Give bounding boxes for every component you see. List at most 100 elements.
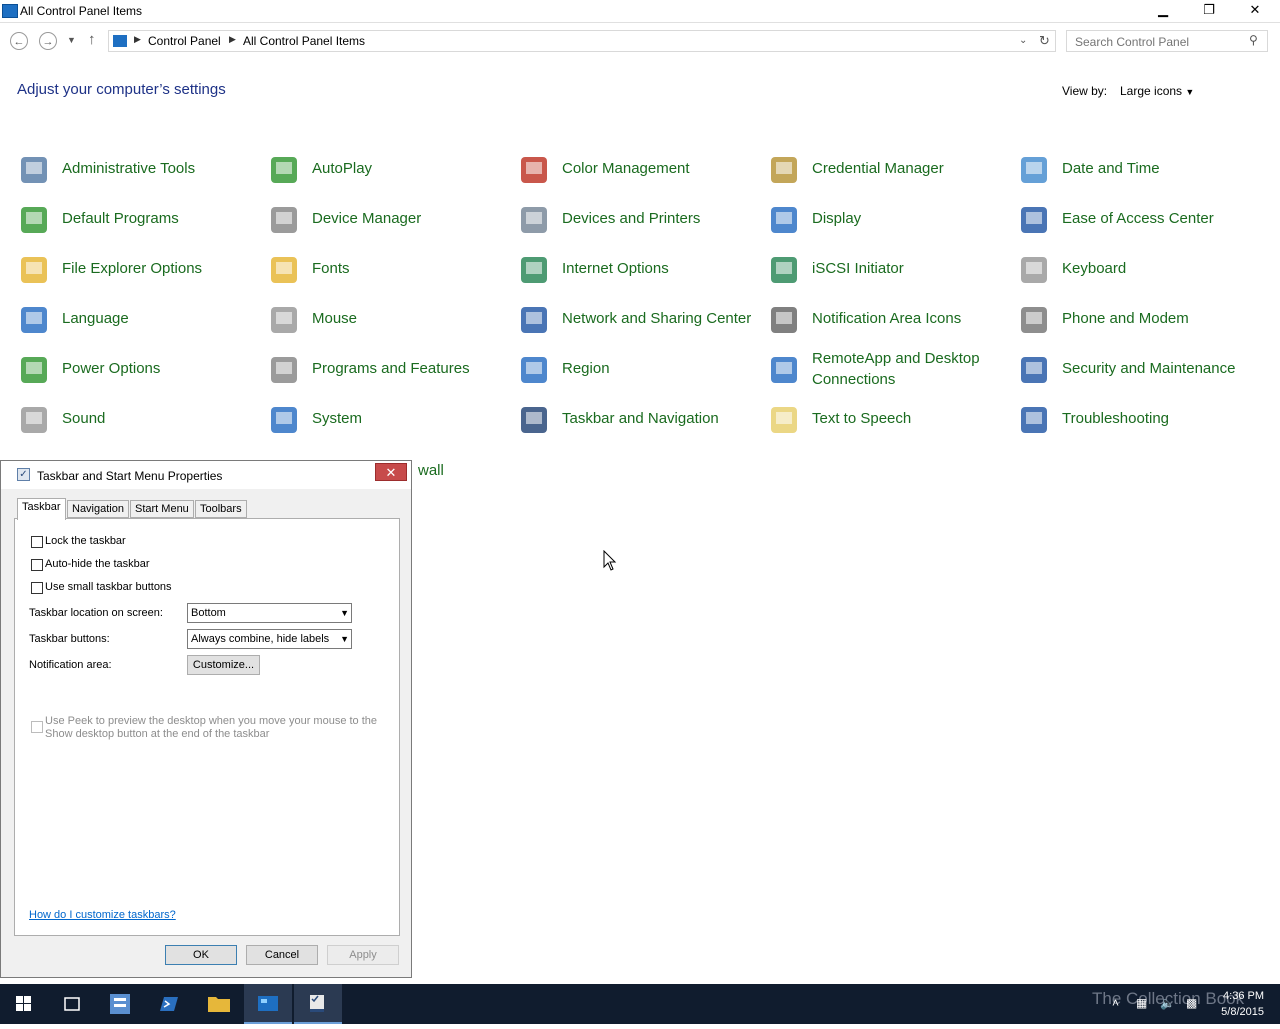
item-devices-and-printers[interactable]: Devices and Printers bbox=[518, 198, 758, 242]
powershell-button[interactable] bbox=[144, 984, 192, 1024]
control-panel-taskbar-button[interactable] bbox=[244, 984, 292, 1024]
tab-navigation[interactable]: Navigation bbox=[67, 500, 129, 518]
network-icon[interactable]: ▦ bbox=[1136, 996, 1147, 1010]
ok-button[interactable]: OK bbox=[165, 945, 237, 965]
item-system[interactable]: System bbox=[268, 398, 508, 442]
item-troubleshooting[interactable]: Troubleshooting bbox=[1018, 398, 1258, 442]
clock-time[interactable]: 4:36 PM bbox=[1210, 988, 1264, 1004]
item-label[interactable]: wall bbox=[418, 460, 608, 481]
item-label[interactable]: Security and Maintenance bbox=[1062, 358, 1252, 379]
lock-taskbar-label[interactable]: Lock the taskbar bbox=[45, 535, 126, 547]
item-label[interactable]: Troubleshooting bbox=[1062, 408, 1252, 429]
item-label[interactable]: Text to Speech bbox=[812, 408, 1002, 429]
file-explorer-button[interactable] bbox=[195, 984, 243, 1024]
server-manager-icon[interactable] bbox=[96, 984, 144, 1024]
item-default-programs[interactable]: Default Programs bbox=[18, 198, 258, 242]
lock-taskbar-checkbox[interactable] bbox=[31, 536, 43, 548]
item-label[interactable]: Phone and Modem bbox=[1062, 308, 1252, 329]
item-label[interactable]: Date and Time bbox=[1062, 158, 1252, 179]
chevron-down-icon[interactable]: ▼ bbox=[340, 630, 349, 648]
breadcrumb-separator-icon[interactable]: ▶ bbox=[134, 34, 141, 45]
item-ease-of-access-center[interactable]: Ease of Access Center bbox=[1018, 198, 1258, 242]
auto-hide-checkbox[interactable] bbox=[31, 559, 43, 571]
item-label[interactable]: Language bbox=[62, 308, 252, 329]
item-autoplay[interactable]: AutoPlay bbox=[268, 148, 508, 192]
internet-options-icon[interactable] bbox=[518, 254, 550, 286]
item-internet-options[interactable]: Internet Options bbox=[518, 248, 758, 292]
taskbar-navigation-icon[interactable] bbox=[518, 404, 550, 436]
display-icon[interactable] bbox=[768, 204, 800, 236]
item-label[interactable]: Ease of Access Center bbox=[1062, 208, 1252, 229]
taskbar-properties-icon[interactable] bbox=[294, 984, 342, 1024]
troubleshooting-icon[interactable] bbox=[1018, 404, 1050, 436]
item-label[interactable]: iSCSI Initiator bbox=[812, 258, 1002, 279]
breadcrumb-separator-icon[interactable]: ▶ bbox=[229, 34, 236, 45]
security-flag-icon[interactable] bbox=[1018, 354, 1050, 386]
language-icon[interactable] bbox=[18, 304, 50, 336]
mouse-icon[interactable] bbox=[268, 304, 300, 336]
address-bar[interactable]: ▶ Control Panel ▶ All Control Panel Item… bbox=[108, 30, 1056, 52]
item-color-management[interactable]: Color Management bbox=[518, 148, 758, 192]
item-mouse[interactable]: Mouse bbox=[268, 298, 508, 342]
power-options-icon[interactable] bbox=[18, 354, 50, 386]
taskbar-properties-taskbar-button[interactable] bbox=[294, 984, 342, 1024]
item-region[interactable]: Region bbox=[518, 348, 758, 392]
item-label[interactable]: Internet Options bbox=[562, 258, 752, 279]
item-label[interactable]: System bbox=[312, 408, 502, 429]
notification-area-icon[interactable] bbox=[768, 304, 800, 336]
color-management-icon[interactable] bbox=[518, 154, 550, 186]
close-button[interactable]: ✕ bbox=[1232, 0, 1278, 22]
item-keyboard[interactable]: Keyboard bbox=[1018, 248, 1258, 292]
tab-toolbars[interactable]: Toolbars bbox=[195, 500, 247, 518]
search-input[interactable] bbox=[1073, 34, 1247, 50]
item-power-options[interactable]: Power Options bbox=[18, 348, 258, 392]
item-label[interactable]: AutoPlay bbox=[312, 158, 502, 179]
item-label[interactable]: Sound bbox=[62, 408, 252, 429]
item-language[interactable]: Language bbox=[18, 298, 258, 342]
restore-button[interactable]: ❐ bbox=[1186, 0, 1232, 22]
use-peek-checkbox[interactable] bbox=[31, 721, 43, 733]
item-label[interactable]: Fonts bbox=[312, 258, 502, 279]
fonts-icon[interactable] bbox=[268, 254, 300, 286]
item-label[interactable]: Devices and Printers bbox=[562, 208, 752, 229]
item-label[interactable]: Mouse bbox=[312, 308, 502, 329]
item-label[interactable]: Power Options bbox=[62, 358, 252, 379]
minimize-button[interactable]: ▁ bbox=[1140, 0, 1186, 22]
devices-printers-icon[interactable] bbox=[518, 204, 550, 236]
taskbar-buttons-select[interactable]: Always combine, hide labels ▼ bbox=[187, 629, 352, 649]
folder-options-icon[interactable] bbox=[18, 254, 50, 286]
small-buttons-checkbox[interactable] bbox=[31, 582, 43, 594]
back-button[interactable]: ← bbox=[10, 32, 28, 50]
credential-manager-icon[interactable] bbox=[768, 154, 800, 186]
control-panel-icon[interactable] bbox=[244, 984, 292, 1024]
tab-start-menu[interactable]: Start Menu bbox=[130, 500, 194, 518]
item-label[interactable]: Keyboard bbox=[1062, 258, 1252, 279]
search-box[interactable]: ⚲ bbox=[1066, 30, 1268, 52]
item-credential-manager[interactable]: Credential Manager bbox=[768, 148, 1008, 192]
item-display[interactable]: Display bbox=[768, 198, 1008, 242]
item-iscsi-initiator[interactable]: iSCSI Initiator bbox=[768, 248, 1008, 292]
item-label[interactable]: Default Programs bbox=[62, 208, 252, 229]
item-label[interactable]: Network and Sharing Center bbox=[562, 308, 752, 329]
search-icon[interactable]: ⚲ bbox=[1249, 33, 1258, 47]
item-label[interactable]: Device Manager bbox=[312, 208, 502, 229]
address-dropdown-icon[interactable]: ⌄ bbox=[1019, 35, 1027, 46]
phone-modem-icon[interactable] bbox=[1018, 304, 1050, 336]
item-label[interactable]: Notification Area Icons bbox=[812, 308, 1002, 329]
breadcrumb-all-items[interactable]: All Control Panel Items bbox=[243, 34, 365, 48]
refresh-icon[interactable]: ↻ bbox=[1039, 33, 1050, 49]
item-file-explorer-options[interactable]: File Explorer Options bbox=[18, 248, 258, 292]
ease-of-access-icon[interactable] bbox=[1018, 204, 1050, 236]
item-remoteapp-and-desktop-connections[interactable]: RemoteApp and Desktop Connections bbox=[768, 348, 1008, 392]
system-icon[interactable] bbox=[268, 404, 300, 436]
item-label[interactable]: Credential Manager bbox=[812, 158, 1002, 179]
clock-date[interactable]: 5/8/2015 bbox=[1210, 1004, 1264, 1020]
item-fonts[interactable]: Fonts bbox=[268, 248, 508, 292]
breadcrumb-control-panel[interactable]: Control Panel bbox=[148, 34, 221, 48]
item-label[interactable]: Color Management bbox=[562, 158, 752, 179]
item-label[interactable]: RemoteApp and Desktop Connections bbox=[812, 348, 1002, 390]
item-sound[interactable]: Sound bbox=[18, 398, 258, 442]
item-label[interactable]: File Explorer Options bbox=[62, 258, 252, 279]
text-to-speech-icon[interactable] bbox=[768, 404, 800, 436]
item-device-manager[interactable]: Device Manager bbox=[268, 198, 508, 242]
